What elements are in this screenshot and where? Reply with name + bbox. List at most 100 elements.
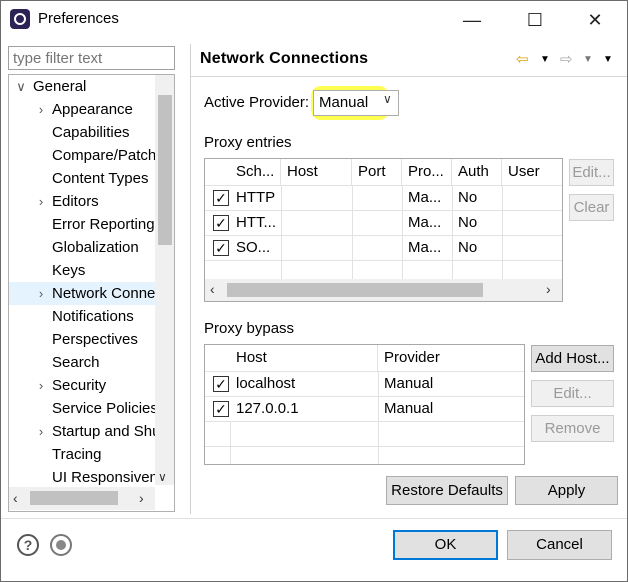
tree-item-label: Editors [52, 193, 99, 210]
tree-item-label: Appearance [52, 101, 133, 118]
proxy-entry-checkbox[interactable]: ✓ [213, 240, 229, 256]
tree-item-notifications[interactable]: Notifications [9, 305, 156, 328]
cancel-button[interactable]: Cancel [507, 530, 612, 560]
tree-item-label: Startup and Shutdown [52, 423, 156, 440]
row-divider [205, 421, 524, 422]
tree-item-content-types[interactable]: Content Types [9, 167, 156, 190]
tree-item-label: Service Policies [52, 400, 156, 417]
tree-item-label: UI Responsiveness [52, 469, 156, 486]
column-header-port[interactable]: Port [352, 159, 402, 185]
bypass-checkbox[interactable]: ✓ [213, 401, 229, 417]
header-separator [191, 76, 627, 77]
tree-item-label: Network Connections [52, 285, 156, 302]
minimize-button[interactable]: — [452, 6, 492, 34]
scroll-left-arrow-icon[interactable]: ‹ [210, 281, 215, 297]
tree-item-search[interactable]: Search [9, 351, 156, 374]
window-title: Preferences [38, 10, 119, 27]
tree-horizontal-scroll-thumb[interactable] [30, 491, 118, 505]
proxy-entry-scheme: SO... [236, 239, 271, 256]
proxy-entry-provider: Ma... [408, 189, 442, 206]
tree-item-globalization[interactable]: Globalization [9, 236, 156, 259]
chevron-right-icon[interactable]: › [35, 98, 47, 121]
bypass-checkbox[interactable]: ✓ [213, 376, 229, 392]
chevron-down-icon[interactable]: ∨ [383, 92, 392, 106]
scroll-right-arrow-icon[interactable]: › [546, 281, 551, 297]
bypass-provider: Manual [384, 375, 434, 392]
remove-button[interactable]: Remove [531, 415, 614, 442]
proxy-entry-provider: Ma... [408, 214, 442, 231]
view-menu-icon[interactable]: ▼ [603, 54, 613, 65]
ok-button[interactable]: OK [393, 530, 498, 560]
scroll-right-arrow-icon[interactable]: › [139, 490, 144, 506]
add-host-button[interactable]: Add Host... [531, 345, 614, 372]
eclipse-app-icon [10, 9, 30, 29]
proxy-entry-scheme: HTT... [236, 214, 276, 231]
proxy-entry-checkbox[interactable]: ✓ [213, 190, 229, 206]
column-header-host[interactable]: Host [281, 159, 352, 185]
tree-item-startup-shutdown[interactable]: › Startup and Shutdown [9, 420, 156, 443]
proxy-entry-auth: No [458, 214, 478, 231]
tree-item-label: Globalization [52, 239, 139, 256]
tree-item-label: Notifications [52, 308, 134, 325]
tree-item-label: Capabilities [52, 124, 130, 141]
chevron-right-icon[interactable]: › [35, 282, 47, 305]
proxy-entries-table: Sch... Host Port Pro... Auth User ✓ HTTP… [204, 158, 563, 302]
column-header-scheme[interactable]: Sch... [230, 159, 281, 185]
column-divider [281, 185, 282, 279]
column-header-user[interactable]: User [502, 159, 562, 185]
proxy-edit-button[interactable]: Edit... [569, 159, 614, 186]
record-macro-icon[interactable] [50, 534, 72, 556]
preferences-tree: ∨ General › Appearance Capabilities Comp… [8, 74, 175, 512]
tree-item-tracing[interactable]: Tracing [9, 443, 156, 466]
bypass-edit-button[interactable]: Edit... [531, 380, 614, 407]
proxy-entry-checkbox[interactable]: ✓ [213, 215, 229, 231]
close-button[interactable]: ✕ [575, 6, 615, 34]
column-header-auth[interactable]: Auth [452, 159, 502, 185]
tree-item-label: Error Reporting [52, 216, 155, 233]
maximize-button[interactable]: ☐ [515, 6, 555, 34]
chevron-right-icon[interactable]: › [35, 420, 47, 443]
tree-item-label: General [33, 78, 87, 95]
tree-vertical-scroll-thumb[interactable] [158, 95, 172, 245]
chevron-right-icon[interactable]: › [35, 374, 47, 397]
tree-item-editors[interactable]: › Editors [9, 190, 156, 213]
forward-arrow-icon[interactable]: ⇨ [560, 50, 573, 68]
forward-menu-chevron-icon[interactable]: ▼ [583, 54, 593, 65]
proxy-entries-scroll-thumb[interactable] [227, 283, 483, 297]
tree-item-ui-responsiveness[interactable]: UI Responsiveness [9, 466, 156, 489]
proxy-entry-auth: No [458, 239, 478, 256]
tree-item-security[interactable]: › Security [9, 374, 156, 397]
back-arrow-icon[interactable]: ⇦ [516, 50, 529, 68]
tree-item-appearance[interactable]: › Appearance [9, 98, 156, 121]
filter-input[interactable] [8, 46, 175, 70]
help-icon[interactable]: ? [17, 534, 39, 556]
tree-item-keys[interactable]: Keys [9, 259, 156, 282]
footer-separator [1, 518, 627, 519]
proxy-bypass-label: Proxy bypass [204, 320, 295, 337]
tree-item-error-reporting[interactable]: Error Reporting [9, 213, 156, 236]
active-provider-value: Manual [319, 94, 369, 111]
tree-item-compare-patch[interactable]: Compare/Patch [9, 144, 156, 167]
column-divider [352, 185, 353, 279]
proxy-clear-button[interactable]: Clear [569, 194, 614, 221]
proxy-bypass-table: Host Provider ✓ localhost Manual ✓ 127.0… [204, 344, 525, 465]
column-header-bypass-provider[interactable]: Provider [378, 345, 524, 371]
scroll-left-arrow-icon[interactable]: ‹ [13, 490, 18, 506]
chevron-down-icon[interactable]: ∨ [15, 75, 27, 98]
page-title: Network Connections [200, 50, 369, 67]
tree-item-service-policies[interactable]: Service Policies [9, 397, 156, 420]
tree-item-general[interactable]: ∨ General [9, 75, 156, 98]
back-menu-chevron-icon[interactable]: ▼ [540, 54, 550, 65]
tree-item-perspectives[interactable]: Perspectives [9, 328, 156, 351]
column-header-provider[interactable]: Pro... [402, 159, 452, 185]
scroll-down-arrow-icon[interactable]: ∨ [158, 470, 167, 484]
column-header-bypass-host[interactable]: Host [230, 345, 378, 371]
tree-item-network-connections[interactable]: › Network Connections [9, 282, 156, 305]
tree-item-capabilities[interactable]: Capabilities [9, 121, 156, 144]
tree-item-label: Tracing [52, 446, 102, 463]
restore-defaults-button[interactable]: Restore Defaults [386, 476, 508, 505]
apply-button[interactable]: Apply [515, 476, 618, 505]
tree-item-label: Security [52, 377, 107, 394]
chevron-right-icon[interactable]: › [35, 190, 47, 213]
record-dot [56, 540, 66, 550]
